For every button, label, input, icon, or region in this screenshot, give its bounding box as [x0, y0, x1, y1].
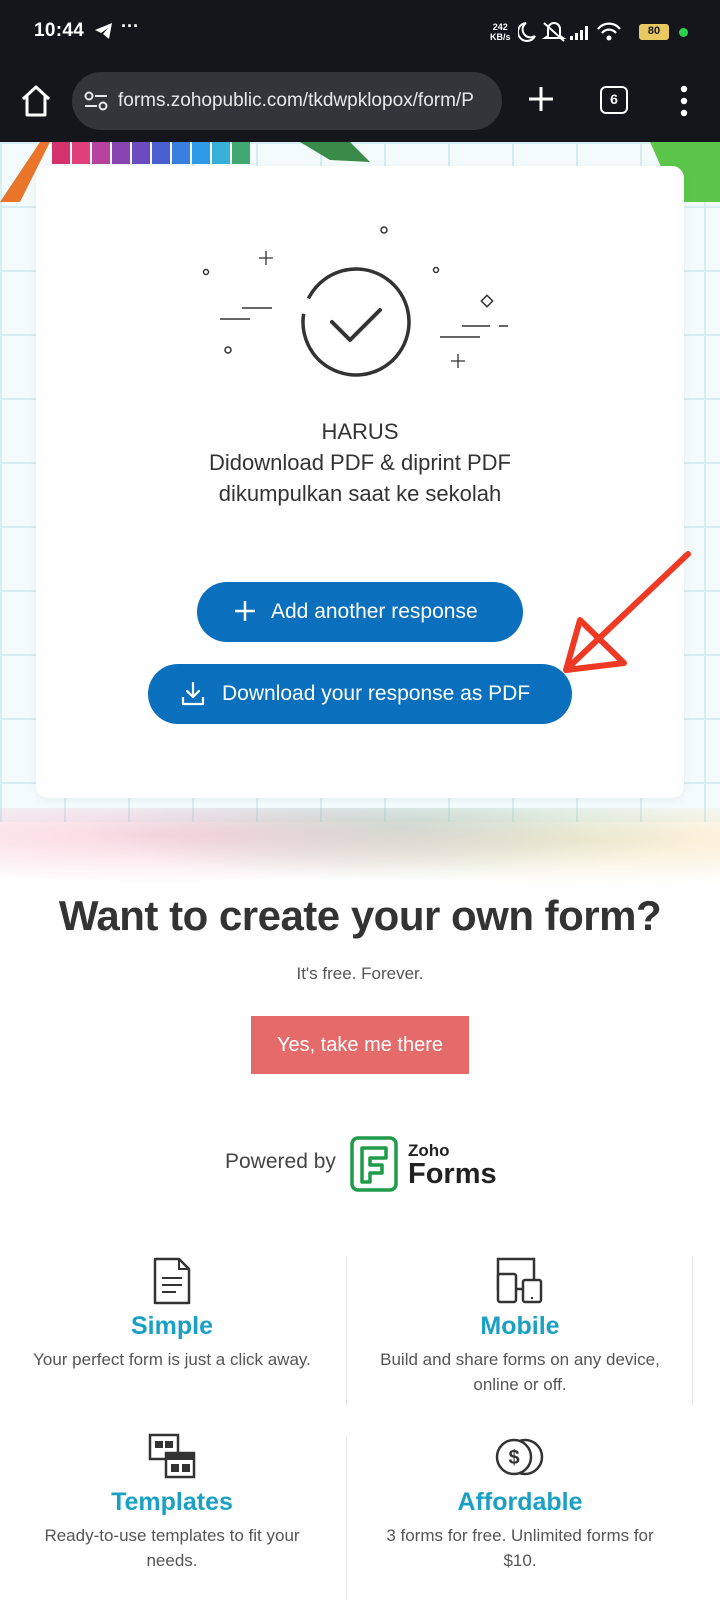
feature-templates: Templates Ready-to-use templates to fit … [12, 1432, 332, 1573]
dollar-coins-icon: $ [495, 1438, 544, 1476]
download-pdf-button[interactable]: Download your response as PDF [148, 664, 572, 724]
status-icons [518, 22, 621, 42]
confirmation-card: HARUS Didownload PDF & diprint PDF dikum… [36, 166, 684, 798]
feature-title: Templates [111, 1488, 233, 1516]
devices-icon [496, 1257, 543, 1304]
feature-affordable: $ Affordable 3 forms for free. Unlimited… [360, 1432, 680, 1573]
url-text[interactable]: forms.zohopublic.com/tkdwpklopox/form/P [118, 90, 492, 112]
success-check-icon [202, 226, 508, 377]
feature-divider [346, 1256, 347, 1406]
privacy-dot [679, 28, 688, 37]
svg-text:$: $ [508, 1447, 519, 1469]
overflow-notifications: ··· [121, 16, 139, 36]
download-pdf-label: Download your response as PDF [222, 682, 531, 705]
promo-heading: Want to create your own form? [58, 892, 662, 939]
network-speed: 242 KB/s [490, 22, 511, 42]
new-tab-icon[interactable] [526, 84, 556, 114]
watercolor-decoration [0, 808, 720, 898]
telegram-icon [95, 23, 112, 39]
feature-title: Mobile [480, 1312, 560, 1340]
feature-title: Affordable [457, 1488, 583, 1516]
feature-description: 3 forms for free. Unlimited forms for $1… [386, 1526, 654, 1570]
confirmation-message: HARUS Didownload PDF & diprint PDF dikum… [208, 419, 511, 506]
feature-simple: Simple Your perfect form is just a click… [12, 1256, 332, 1372]
document-icon [153, 1257, 191, 1305]
home-icon[interactable] [20, 84, 52, 118]
feature-divider [346, 1436, 347, 1600]
battery-indicator: 80 [639, 24, 669, 40]
feature-mobile: Mobile Build and share forms on any devi… [360, 1256, 680, 1397]
status-bar: 10:44 ··· 242 KB/s 80 [0, 0, 720, 66]
browser-toolbar: forms.zohopublic.com/tkdwpklopox/form/P … [0, 66, 720, 142]
zoho-forms-logo-icon[interactable] [350, 1136, 398, 1192]
feature-description: Ready-to-use templates to fit your needs… [44, 1526, 300, 1570]
plus-icon [235, 601, 255, 621]
feature-description: Your perfect form is just a click away. [33, 1350, 311, 1369]
address-bar[interactable]: forms.zohopublic.com/tkdwpklopox/form/P [72, 72, 502, 130]
site-settings-icon[interactable] [84, 90, 108, 112]
templates-icon [148, 1433, 196, 1479]
add-another-response-button[interactable]: Add another response [197, 582, 523, 642]
zoho-brand-forms[interactable]: Forms [408, 1158, 497, 1191]
feature-divider [692, 1256, 693, 1406]
red-arrow-annotation [563, 551, 691, 673]
download-icon [181, 681, 205, 706]
create-form-cta-button[interactable]: Yes, take me there [251, 1016, 469, 1074]
feature-title: Simple [131, 1312, 213, 1340]
feature-description: Build and share forms on any device, onl… [380, 1350, 660, 1394]
promo-subtitle: It's free. Forever. [296, 964, 424, 983]
clock: 10:44 [34, 20, 85, 41]
more-menu-icon[interactable] [678, 84, 690, 118]
powered-by-label: Powered by [225, 1150, 336, 1173]
add-response-label: Add another response [271, 600, 478, 623]
tab-switcher-button[interactable]: 6 [600, 86, 628, 114]
